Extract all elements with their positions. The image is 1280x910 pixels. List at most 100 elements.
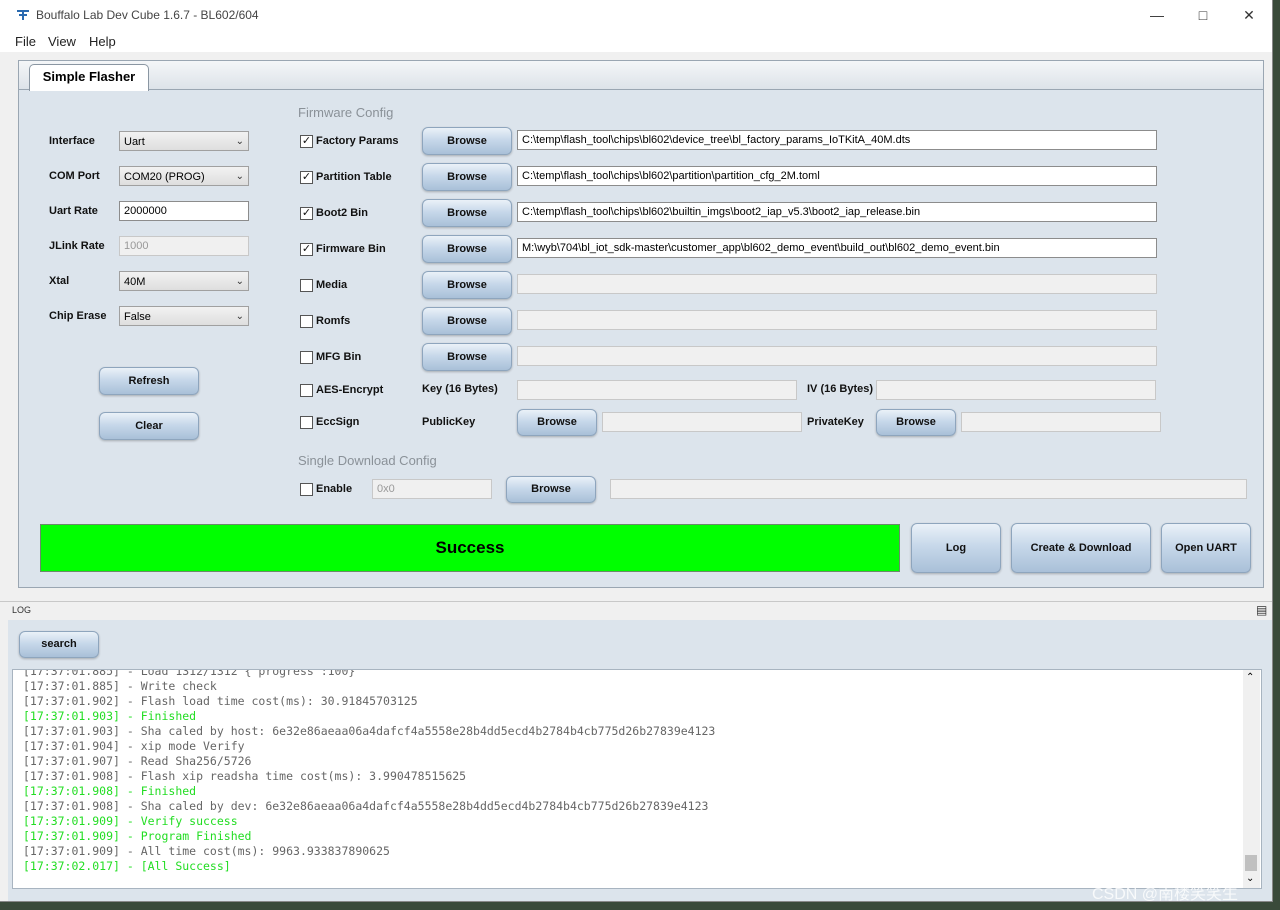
publickey-label: PublicKey	[422, 416, 476, 428]
firmware-row-browse-button[interactable]: Browse	[422, 163, 512, 191]
com-port-select[interactable]: COM20 (PROG) ⌄	[119, 166, 249, 186]
menu-bar: File View Help	[0, 30, 1272, 52]
aes-encrypt-label: AES-Encrypt	[316, 384, 384, 396]
key-label: Key (16 Bytes)	[422, 383, 498, 395]
log-button[interactable]: Log	[911, 523, 1001, 573]
log-output[interactable]: [17:37:01.885] - Load 1312/1312 { progre…	[12, 669, 1262, 889]
firmware-row-label: MFG Bin	[316, 351, 362, 363]
tab-bar: Simple Flasher	[19, 61, 1263, 91]
firmware-row-checkbox[interactable]: ✓	[300, 243, 313, 256]
firmware-row-label: Partition Table	[316, 171, 392, 183]
firmware-row-browse-button[interactable]: Browse	[422, 343, 512, 371]
scrollbar[interactable]: ⌃ ⌄	[1243, 670, 1260, 888]
jlink-rate-input[interactable]: 1000	[119, 236, 249, 256]
log-line: [17:37:01.909] - Verify success	[23, 814, 238, 828]
firmware-row-browse-button[interactable]: Browse	[422, 127, 512, 155]
firmware-row-path-input[interactable]: C:\temp\flash_tool\chips\bl602\device_tr…	[517, 130, 1157, 150]
xtal-value: 40M	[124, 276, 146, 288]
log-line: [17:37:01.908] - Finished	[23, 784, 197, 798]
refresh-button[interactable]: Refresh	[99, 367, 199, 395]
interface-select[interactable]: Uart ⌄	[119, 131, 249, 151]
log-line: [17:37:01.885] - Load 1312/1312 { progre…	[23, 669, 356, 678]
restore-icon[interactable]: ▤	[1256, 603, 1267, 617]
clear-button[interactable]: Clear	[99, 412, 199, 440]
chip-erase-value: False	[124, 311, 151, 323]
log-line: [17:37:01.904] - xip mode Verify	[23, 739, 245, 753]
open-uart-button[interactable]: Open UART	[1161, 523, 1251, 573]
firmware-row-browse-button[interactable]: Browse	[422, 199, 512, 227]
app-window: Bouffalo Lab Dev Cube 1.6.7 - BL602/604 …	[0, 0, 1273, 902]
chip-erase-select[interactable]: False ⌄	[119, 306, 249, 326]
firmware-row-browse-button[interactable]: Browse	[422, 271, 512, 299]
firmware-row-path-input[interactable]: M:\wyb\704\bl_iot_sdk-master\customer_ap…	[517, 238, 1157, 258]
menu-help[interactable]: Help	[89, 34, 116, 49]
iv-label: IV (16 Bytes)	[807, 383, 874, 395]
minimize-icon[interactable]: —	[1134, 0, 1180, 30]
aes-iv-input[interactable]	[876, 380, 1156, 400]
firmware-row-browse-button[interactable]: Browse	[422, 307, 512, 335]
log-line: [17:37:01.909] - All time cost(ms): 9963…	[23, 844, 390, 858]
uart-rate-input[interactable]: 2000000	[119, 201, 249, 221]
publickey-browse-button[interactable]: Browse	[517, 409, 597, 436]
firmware-row-browse-button[interactable]: Browse	[422, 235, 512, 263]
scrollbar-thumb[interactable]	[1245, 855, 1257, 871]
com-port-label: COM Port	[49, 170, 100, 182]
privatekey-input[interactable]	[961, 412, 1161, 432]
firmware-row-path-input[interactable]: C:\temp\flash_tool\chips\bl602\partition…	[517, 166, 1157, 186]
log-line: [17:37:01.908] - Flash xip readsha time …	[23, 769, 467, 783]
firmware-row-label: Firmware Bin	[316, 243, 386, 255]
title-bar[interactable]: Bouffalo Lab Dev Cube 1.6.7 - BL602/604 …	[0, 0, 1272, 30]
interface-label: Interface	[49, 135, 95, 147]
watermark: CSDN @南楼笑笑生	[1092, 886, 1239, 903]
log-title: LOG	[12, 605, 32, 615]
firmware-row-checkbox[interactable]	[300, 279, 313, 292]
firmware-row-checkbox[interactable]: ✓	[300, 135, 313, 148]
firmware-row-path-input[interactable]: C:\temp\flash_tool\chips\bl602\builtin_i…	[517, 202, 1157, 222]
jlink-rate-label: JLink Rate	[49, 240, 105, 252]
log-line: [17:37:01.902] - Flash load time cost(ms…	[23, 694, 418, 708]
chevron-down-icon: ⌄	[235, 171, 244, 182]
eccsign-checkbox[interactable]	[300, 416, 313, 429]
single-download-title: Single Download Config	[298, 453, 437, 468]
publickey-input[interactable]	[602, 412, 802, 432]
firmware-row-checkbox[interactable]	[300, 351, 313, 364]
xtal-label: Xtal	[49, 275, 70, 287]
uart-rate-label: Uart Rate	[49, 205, 98, 217]
xtal-select[interactable]: 40M ⌄	[119, 271, 249, 291]
menu-view[interactable]: View	[48, 34, 76, 49]
maximize-icon[interactable]: □	[1180, 0, 1226, 30]
status-bar: Success	[40, 524, 900, 572]
firmware-config-title: Firmware Config	[298, 105, 394, 120]
firmware-row-label: Boot2 Bin	[316, 207, 368, 219]
interface-value: Uart	[124, 136, 145, 148]
firmware-row-path-input[interactable]	[517, 274, 1157, 294]
privatekey-label: PrivateKey	[807, 416, 864, 428]
firmware-row-checkbox[interactable]	[300, 315, 313, 328]
menu-file[interactable]: File	[15, 34, 36, 49]
firmware-row-checkbox[interactable]: ✓	[300, 207, 313, 220]
log-line: [17:37:01.907] - Read Sha256/5726	[23, 754, 252, 768]
single-browse-button[interactable]: Browse	[506, 476, 596, 503]
create-download-button[interactable]: Create & Download	[1011, 523, 1151, 573]
close-icon[interactable]: ✕	[1226, 0, 1272, 30]
scroll-up-icon[interactable]: ⌃	[1246, 672, 1254, 683]
scroll-down-icon[interactable]: ⌄	[1246, 873, 1254, 884]
single-path-input[interactable]	[610, 479, 1247, 499]
enable-checkbox[interactable]	[300, 483, 313, 496]
chevron-down-icon: ⌄	[235, 311, 244, 322]
window-title: Bouffalo Lab Dev Cube 1.6.7 - BL602/604	[36, 8, 259, 22]
chevron-down-icon: ⌄	[235, 276, 244, 287]
aes-encrypt-checkbox[interactable]	[300, 384, 313, 397]
aes-key-input[interactable]	[517, 380, 797, 400]
log-titlebar: LOG ▤	[0, 601, 1272, 620]
search-button[interactable]: search	[19, 631, 99, 658]
privatekey-browse-button[interactable]: Browse	[876, 409, 956, 436]
firmware-row-checkbox[interactable]: ✓	[300, 171, 313, 184]
eccsign-label: EccSign	[316, 416, 360, 428]
firmware-row-path-input[interactable]	[517, 310, 1157, 330]
log-line: [17:37:01.903] - Sha caled by host: 6e32…	[23, 724, 716, 738]
single-address-input[interactable]: 0x0	[372, 479, 492, 499]
tab-simple-flasher[interactable]: Simple Flasher	[29, 64, 149, 91]
firmware-row-path-input[interactable]	[517, 346, 1157, 366]
firmware-row-label: Media	[316, 279, 348, 291]
